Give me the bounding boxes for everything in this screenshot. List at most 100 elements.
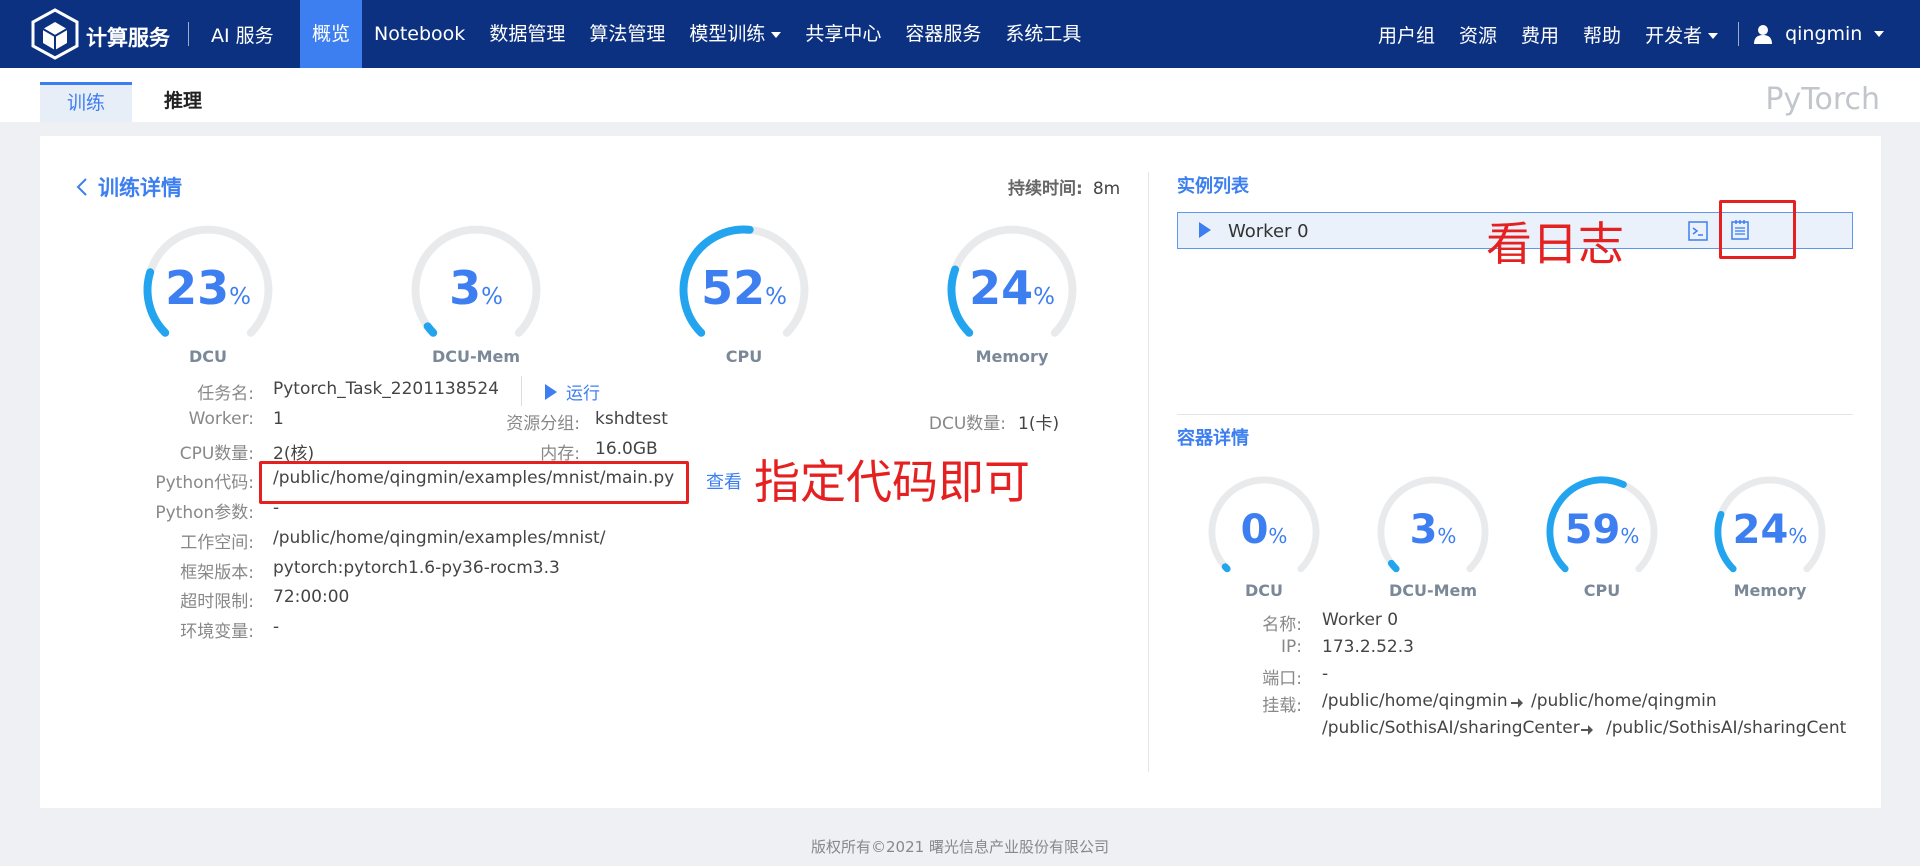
container-port-label: 端口:: [1262, 669, 1302, 689]
nav-user-group[interactable]: 用户组: [1378, 21, 1435, 48]
chevron-down-icon: [1874, 31, 1885, 37]
gauge-number: 24: [1732, 507, 1789, 554]
container-mount-label: 挂载:: [1262, 696, 1302, 716]
dcu-count-value: 1(卡): [1018, 414, 1060, 434]
nav-data-management[interactable]: 数据管理: [477, 0, 577, 68]
resource-group-label: 资源分组:: [506, 414, 580, 434]
chevron-down-icon: [771, 31, 782, 38]
annotation-log: 看日志: [1486, 217, 1624, 271]
tab-inference[interactable]: 推理: [162, 82, 204, 122]
task-name-value: Pytorch_Task_2201138524: [273, 379, 499, 399]
gauge-cpu-container: 59% CPU: [1540, 470, 1664, 616]
section-divider: [1177, 414, 1853, 415]
gauge-label: DCU-Mem: [1388, 581, 1478, 601]
cpu-count-label: CPU数量:: [179, 444, 254, 464]
chevron-down-icon: [1708, 33, 1719, 39]
resource-group-value: kshdtest: [595, 409, 668, 429]
nav-container-service[interactable]: 容器服务: [893, 0, 993, 68]
top-navbar: 计算服务 AI 服务 概览 Notebook 数据管理 算法管理 模型训练 共享…: [0, 0, 1920, 68]
gauge-number: 3: [449, 261, 482, 316]
gauge-label: DCU-Mem: [431, 346, 521, 366]
annotation-box-code: [259, 461, 689, 504]
nav-algorithm-management[interactable]: 算法管理: [577, 0, 677, 68]
python-params-label: Python参数:: [155, 503, 254, 523]
mount-source: /public/home/qingmin: [1322, 691, 1508, 711]
nav-resources[interactable]: 资源: [1459, 21, 1497, 48]
task-name-label: 任务名:: [197, 384, 254, 404]
task-divider: [521, 376, 522, 406]
nav-system-tools[interactable]: 系统工具: [993, 0, 1093, 68]
nav-notebook[interactable]: Notebook: [362, 0, 477, 68]
worker-value: 1: [273, 409, 284, 429]
gauge-label: Memory: [1733, 581, 1807, 601]
cube-logo-icon[interactable]: [30, 8, 80, 60]
env-vars-value: -: [273, 617, 280, 637]
brand-divider: [188, 22, 189, 46]
workspace-value: /public/home/qingmin/examples/mnist/: [273, 528, 606, 548]
view-code-link[interactable]: 查看: [706, 468, 742, 494]
env-vars-label: 环境变量:: [180, 622, 254, 642]
gauge-dcumem: 3% DCU-Mem: [404, 218, 548, 384]
gauge-unit: %: [1620, 524, 1640, 549]
gauge-value: 3%: [404, 261, 548, 315]
mount-target: /public/SothisAI/sharingCent: [1606, 718, 1847, 738]
gauge-label: CPU: [1583, 581, 1621, 601]
tab-training[interactable]: 训练: [40, 82, 132, 122]
gauge-unit: %: [1033, 284, 1055, 311]
panel-divider: [1148, 172, 1149, 772]
framework-label: PyTorch: [1765, 82, 1880, 117]
nav-model-training[interactable]: 模型训练: [677, 0, 793, 68]
nav-developer-label: 开发者: [1645, 24, 1703, 47]
arrow-right-icon: [1511, 698, 1523, 708]
gauge-label: CPU: [725, 346, 763, 366]
gauge-unit: %: [481, 284, 503, 311]
main-nav: 概览 Notebook 数据管理 算法管理 模型训练 共享中心 容器服务 系统工…: [300, 0, 1093, 68]
gauge-unit: %: [1437, 524, 1457, 549]
timeout-label: 超时限制:: [180, 592, 254, 612]
workspace-label: 工作空间:: [180, 533, 254, 553]
nav-sharing-center[interactable]: 共享中心: [793, 0, 893, 68]
expand-play-icon[interactable]: [1198, 221, 1212, 239]
gauge-dcu-container: 0% DCU: [1202, 470, 1326, 616]
back-to-list-link[interactable]: 训练详情: [76, 172, 182, 202]
username: qingmin: [1785, 23, 1863, 45]
gauge-dcumem-container: 3% DCU-Mem: [1371, 470, 1495, 616]
container-detail-title: 容器详情: [1177, 428, 1249, 449]
annotation-box-log: [1719, 200, 1796, 259]
gauge-label: DCU: [188, 346, 227, 366]
nav-help[interactable]: 帮助: [1583, 21, 1621, 48]
gauge-number: 52: [701, 261, 766, 316]
brand-name: 计算服务: [86, 26, 170, 50]
gauge-value: 24%: [940, 261, 1084, 315]
timeout-value: 72:00:00: [273, 587, 350, 607]
gauge-unit: %: [765, 284, 787, 311]
duration: 持续时间: 8m: [1008, 174, 1120, 199]
nav-developer[interactable]: 开发者: [1645, 21, 1719, 48]
ai-service-link[interactable]: AI 服务: [211, 21, 274, 48]
arrow-right-icon: [1581, 725, 1593, 735]
container-name-value: Worker 0: [1322, 610, 1399, 630]
gauge-label: DCU: [1244, 581, 1283, 601]
gauge-value: 52%: [672, 261, 816, 315]
user-icon: [1754, 25, 1773, 44]
page-title: 训练详情: [98, 176, 182, 200]
gauge-value: 59%: [1540, 507, 1664, 553]
memory-value: 16.0GB: [595, 439, 658, 459]
terminal-icon[interactable]: [1688, 221, 1708, 241]
instance-name: Worker 0: [1228, 221, 1309, 242]
worker-label: Worker:: [188, 409, 254, 429]
duration-value: 8m: [1092, 179, 1121, 199]
gauge-memory-container: 24% Memory: [1708, 470, 1832, 616]
mount-target: /public/home/qingmin: [1531, 691, 1717, 711]
gauge-number: 24: [969, 261, 1034, 316]
nav-overview[interactable]: 概览: [300, 0, 363, 68]
gauge-cpu: 52% CPU: [672, 218, 816, 384]
nav-cost[interactable]: 费用: [1521, 21, 1559, 48]
gauge-value: 23%: [136, 261, 280, 315]
gauge-fill: [1387, 559, 1400, 573]
gauge-fill: [423, 322, 438, 337]
mount-source: /public/SothisAI/sharingCenter: [1322, 718, 1580, 738]
user-menu[interactable]: qingmin: [1753, 23, 1885, 45]
gauge-number: 3: [1409, 507, 1438, 554]
container-ip-label: IP:: [1281, 637, 1302, 657]
